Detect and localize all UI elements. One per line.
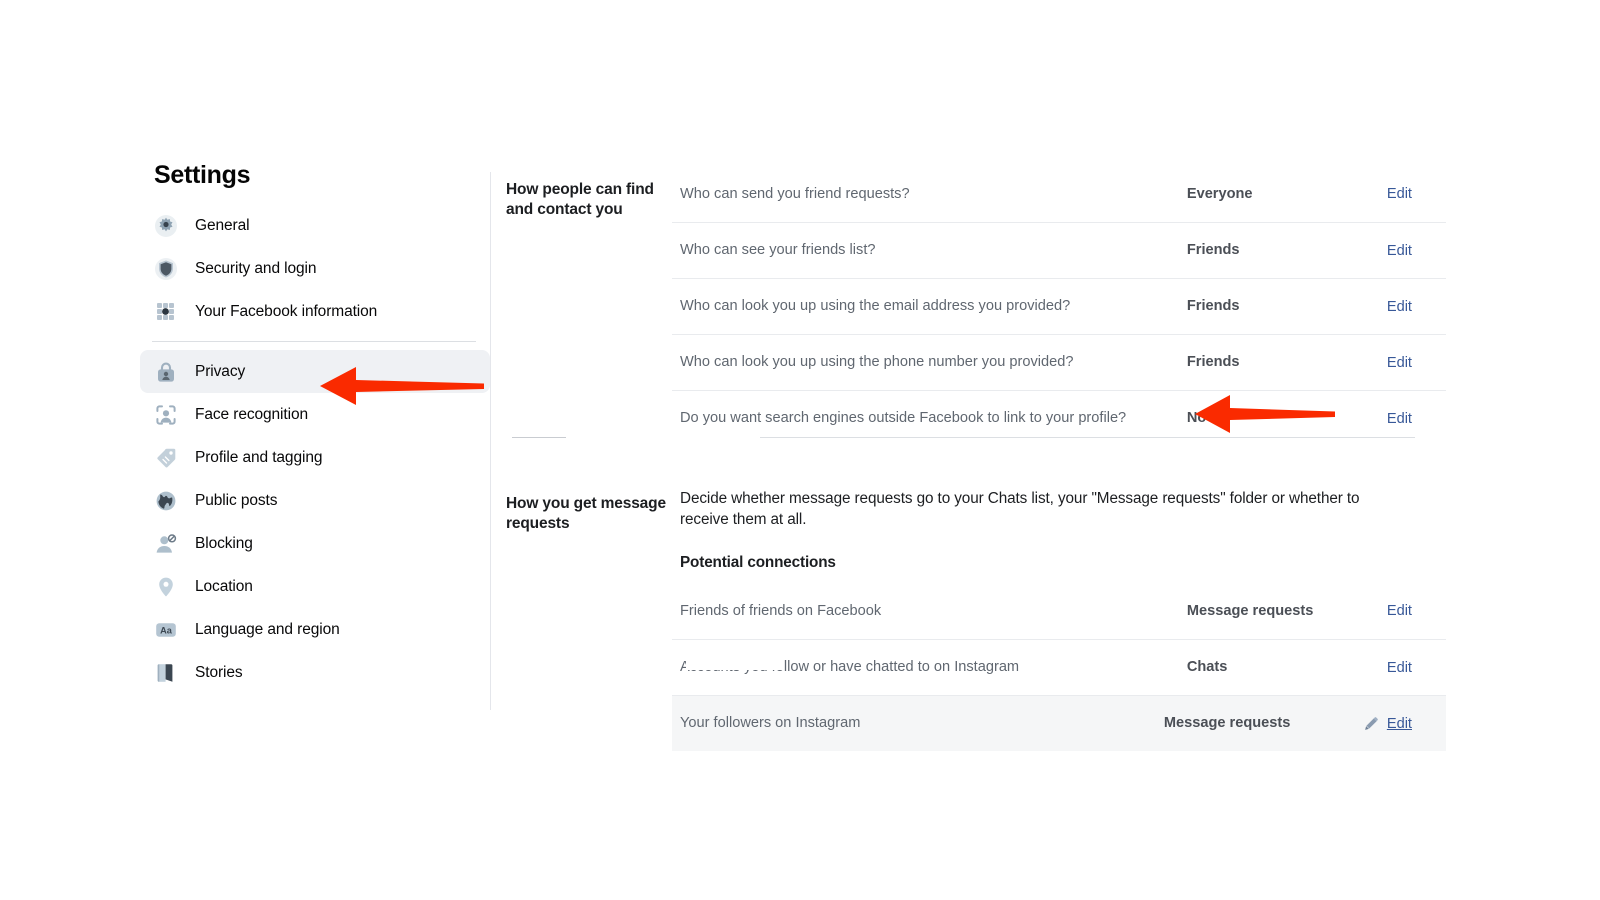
row-value: No xyxy=(1186,410,1207,426)
settings-row[interactable]: Who can send you friend requests? Everyon… xyxy=(672,166,1446,222)
edit-link[interactable]: Edit xyxy=(1387,243,1412,259)
sidebar-item-label: General xyxy=(195,216,250,234)
edit-link[interactable]: Edit xyxy=(1387,186,1412,202)
section-rows: Who can send you friend requests? Everyon… xyxy=(672,166,1446,446)
row-value: Message requests xyxy=(1186,602,1314,619)
capture-artifact-occluder xyxy=(686,654,784,670)
row-action-cell: Edit xyxy=(1364,716,1446,732)
row-value: Friends xyxy=(1186,298,1240,314)
face-scan-icon xyxy=(154,403,178,427)
settings-row[interactable]: Your followers on Instagram Message reque… xyxy=(672,695,1446,751)
sidebar-item-location[interactable]: Location xyxy=(140,565,490,608)
edit-link[interactable]: Edit xyxy=(1387,355,1412,371)
grid-dots-icon xyxy=(154,300,178,324)
page-title: Settings xyxy=(154,161,251,189)
sidebar-item-label: Public posts xyxy=(195,491,278,509)
language-aa-icon: Aa xyxy=(154,618,178,642)
row-action-cell: Edit xyxy=(1387,186,1446,202)
tag-icon xyxy=(154,446,178,470)
sidebar-item-profile-and-tagging[interactable]: Profile and tagging xyxy=(140,436,490,479)
sidebar-item-label: Your Facebook information xyxy=(195,302,378,320)
edit-link[interactable]: Edit xyxy=(1387,716,1412,732)
row-action-cell: Edit xyxy=(1387,299,1446,315)
sidebar-item-face-recognition[interactable]: Face recognition xyxy=(140,393,490,436)
pencil-icon xyxy=(1364,716,1378,731)
sidebar-item-label: Location xyxy=(195,577,253,595)
row-value: Friends xyxy=(1186,242,1240,258)
vertical-divider xyxy=(490,172,491,710)
sidebar-item-security-and-login[interactable]: Security and login xyxy=(140,247,490,290)
sidebar-item-label: Security and login xyxy=(195,259,317,277)
row-action-cell: Edit xyxy=(1387,660,1446,676)
sidebar-item-label: Blocking xyxy=(195,534,253,552)
sidebar-item-general[interactable]: General xyxy=(140,204,490,247)
sidebar-item-stories[interactable]: Stories xyxy=(140,651,490,694)
row-value: Message requests xyxy=(1163,715,1291,731)
map-pin-icon xyxy=(154,575,178,599)
book-icon xyxy=(154,661,178,685)
sidebar-divider xyxy=(152,341,476,342)
settings-main-content: How people can find and contact you Who … xyxy=(506,166,1446,751)
subsection-heading: Potential connections xyxy=(680,554,836,571)
settings-row[interactable]: Who can see your friends list? Friends Edi… xyxy=(672,222,1446,278)
section-label: How you get message requests xyxy=(506,495,666,532)
section-body: Decide whether message requests go to yo… xyxy=(672,480,1446,751)
sidebar-item-label: Profile and tagging xyxy=(195,448,323,466)
row-question: Who can look you up using the phone numb… xyxy=(680,354,1074,370)
edit-link[interactable]: Edit xyxy=(1387,299,1412,315)
globe-icon xyxy=(154,489,178,513)
sidebar-item-label: Face recognition xyxy=(195,405,308,423)
edit-link[interactable]: Edit xyxy=(1387,660,1412,676)
row-question: Do you want search engines outside Faceb… xyxy=(680,410,1127,426)
settings-row[interactable]: Who can look you up using the email addr… xyxy=(672,278,1446,334)
row-value: Everyone xyxy=(1186,185,1253,202)
section-how-you-get-message-requests: How you get message requests Decide whet… xyxy=(506,480,1446,751)
row-question: Friends of friends on Facebook xyxy=(680,602,882,619)
settings-row[interactable]: Who can look you up using the phone numb… xyxy=(672,334,1446,390)
lock-person-icon xyxy=(154,360,178,384)
sidebar-item-privacy[interactable]: Privacy xyxy=(140,350,490,393)
sidebar-item-your-facebook-information[interactable]: Your Facebook information xyxy=(140,290,490,333)
sidebar-nav-list: General Security and login Your Facebook… xyxy=(140,204,490,694)
section-how-people-can-find-you: How people can find and contact you Who … xyxy=(506,166,1446,446)
section-description: Decide whether message requests go to yo… xyxy=(680,490,1360,528)
settings-row[interactable]: Friends of friends on Facebook Message re… xyxy=(672,583,1446,639)
sidebar-item-label: Stories xyxy=(195,663,243,681)
shield-icon xyxy=(154,257,178,281)
row-value: Chats xyxy=(1186,659,1228,675)
row-action-cell: Edit xyxy=(1387,411,1446,427)
section-rows: Friends of friends on Facebook Message re… xyxy=(672,583,1446,751)
edit-link[interactable]: Edit xyxy=(1387,411,1412,427)
sidebar-item-label: Privacy xyxy=(195,362,246,380)
settings-row[interactable]: Accounts you follow or have chatted to o… xyxy=(672,639,1446,695)
row-action-cell: Edit xyxy=(1387,355,1446,371)
section-divider-stub-left xyxy=(512,437,566,438)
settings-sidebar: Settings General Security and login Your… xyxy=(140,160,490,694)
sidebar-item-public-posts[interactable]: Public posts xyxy=(140,479,490,522)
row-question: Who can look you up using the email addr… xyxy=(680,298,1071,314)
row-action-cell: Edit xyxy=(1387,603,1446,619)
sidebar-item-label: Language and region xyxy=(195,620,340,638)
row-question: Your followers on Instagram xyxy=(680,715,861,731)
row-question: Who can send you friend requests? xyxy=(680,185,910,202)
section-divider-stub-right xyxy=(760,437,1415,438)
svg-text:Aa: Aa xyxy=(160,625,173,635)
section-label: How people can find and contact you xyxy=(506,181,654,218)
row-action-cell: Edit xyxy=(1387,243,1446,259)
sidebar-item-language-and-region[interactable]: Aa Language and region xyxy=(140,608,490,651)
row-value: Friends xyxy=(1186,354,1240,370)
settings-page: Settings General Security and login Your… xyxy=(0,0,1600,900)
gear-icon xyxy=(154,214,178,238)
row-question: Who can see your friends list? xyxy=(680,242,876,258)
edit-link[interactable]: Edit xyxy=(1387,603,1412,619)
person-blocked-icon xyxy=(154,532,178,556)
sidebar-item-blocking[interactable]: Blocking xyxy=(140,522,490,565)
